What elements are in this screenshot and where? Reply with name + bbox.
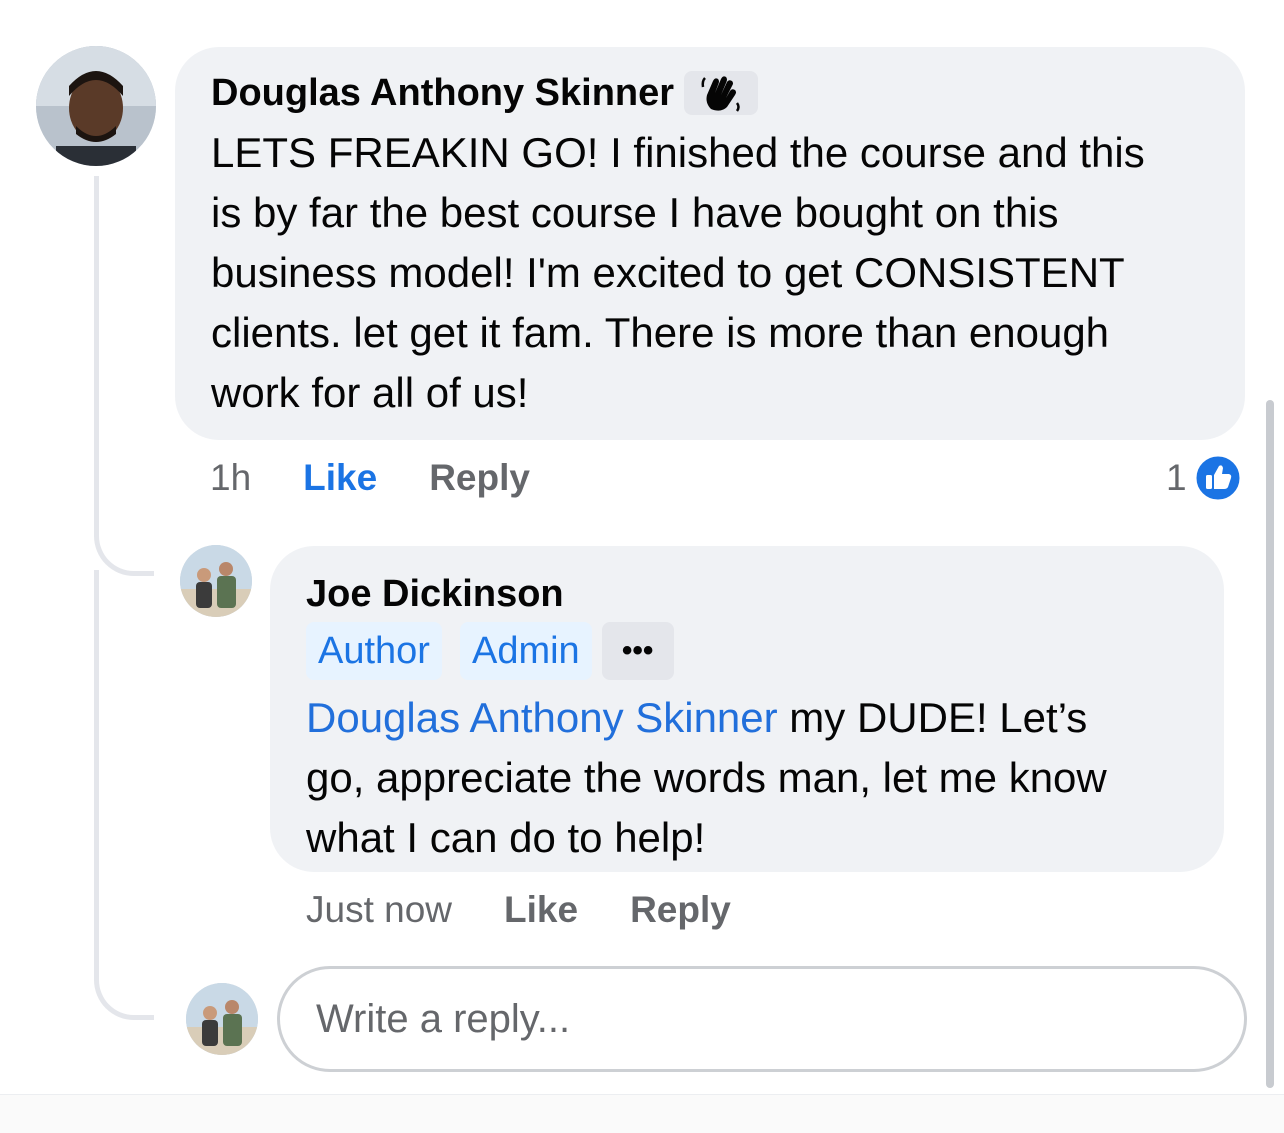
current-user-avatar-image <box>186 983 258 1055</box>
write-reply-input[interactable]: Write a reply... <box>277 966 1247 1072</box>
comment-text-line: work for all of us! <box>211 369 529 416</box>
comment-reactions[interactable]: 1 <box>1166 452 1243 504</box>
comment-timestamp[interactable]: 1h <box>210 457 251 499</box>
comment-text-line: is by far the best course I have bought … <box>211 189 1059 236</box>
mention-link[interactable]: Douglas Anthony Skinner <box>306 694 778 741</box>
reply-text-line: what I can do to help! <box>306 814 706 861</box>
thread-connector-composer <box>94 570 154 1020</box>
reply-reply-button[interactable]: Reply <box>630 889 731 931</box>
comment-author-row: Douglas Anthony Skinner <box>211 69 1209 117</box>
comment-text-line: business model! I'm excited to get CONSI… <box>211 249 1125 296</box>
author-badge[interactable]: Author <box>306 622 442 680</box>
reply-text-line: go, appreciate the words man, let me kno… <box>306 754 1107 801</box>
more-options-button[interactable]: ••• <box>601 622 674 680</box>
reply-timestamp[interactable]: Just now <box>306 889 452 931</box>
commenter-avatar[interactable] <box>36 46 156 166</box>
admin-badge[interactable]: Admin <box>459 622 592 680</box>
comment-bubble: Douglas Anthony Skinner LETS FREAKIN GO!… <box>175 47 1245 440</box>
reply-badges: Author Admin ••• <box>306 622 1188 680</box>
thread-connector <box>94 176 154 576</box>
reply-text: Douglas Anthony Skinner my DUDE! Let’s g… <box>306 688 1188 868</box>
comment-actions: 1h Like Reply <box>210 452 530 504</box>
scrollbar[interactable] <box>1266 400 1274 1088</box>
comment-reply-button[interactable]: Reply <box>429 457 530 499</box>
comment-text-line: LETS FREAKIN GO! I finished the course a… <box>211 129 1145 176</box>
comment-like-button[interactable]: Like <box>303 457 377 499</box>
reply-text-first-line: Douglas Anthony Skinner my DUDE! Let’s <box>306 688 1188 748</box>
reply-avatar-image <box>180 545 252 617</box>
bottom-bar <box>0 1094 1284 1133</box>
comment-text-line: clients. let get it fam. There is more t… <box>211 309 1110 356</box>
reply-bubble: Joe Dickinson Author Admin ••• Douglas A… <box>270 546 1224 872</box>
like-icon <box>1193 453 1243 503</box>
reaction-count: 1 <box>1166 457 1187 498</box>
comment-text: LETS FREAKIN GO! I finished the course a… <box>211 123 1209 423</box>
comment-author-name[interactable]: Douglas Anthony Skinner <box>211 69 674 117</box>
current-user-avatar[interactable] <box>186 983 258 1055</box>
wave-icon[interactable] <box>684 71 759 115</box>
reply-text-segment: my DUDE! Let’s <box>777 694 1088 741</box>
reply-like-button[interactable]: Like <box>504 889 578 931</box>
reply-actions: Just now Like Reply <box>306 884 731 936</box>
reply-author-avatar[interactable] <box>180 545 252 617</box>
commenter-avatar-image <box>36 46 156 166</box>
reply-input-placeholder: Write a reply... <box>316 996 571 1041</box>
reply-author-name[interactable]: Joe Dickinson <box>306 570 1188 618</box>
